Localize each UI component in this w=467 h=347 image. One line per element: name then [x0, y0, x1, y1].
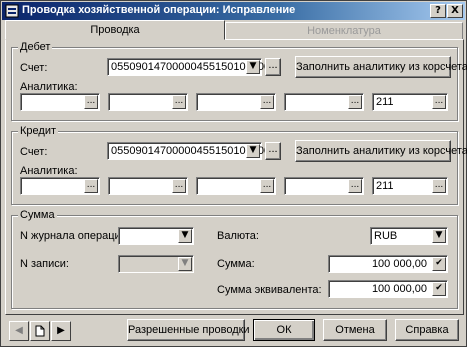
- debet-fill-analytics-button[interactable]: Заполнить аналитику из корсчета: [295, 56, 467, 78]
- amount-field[interactable]: 100 000,00 ✔: [328, 255, 448, 273]
- debet-analytics-field-2[interactable]: ...: [108, 93, 188, 111]
- sum-group: Сумма N журнала операций: ▼ N записи: ▼ …: [11, 209, 458, 309]
- credit-analytics-field-5[interactable]: 211...: [372, 177, 448, 195]
- currency-select[interactable]: RUB ▼: [370, 227, 448, 245]
- equiv-label: Сумма эквивалента:: [217, 284, 322, 296]
- chevron-down-icon[interactable]: ▼: [246, 144, 260, 158]
- nav-prev-button[interactable]: ◀: [9, 321, 29, 341]
- ellipsis-icon[interactable]: ...: [84, 95, 98, 109]
- record-label: N записи:: [20, 258, 69, 270]
- ellipsis-icon[interactable]: ...: [172, 179, 186, 193]
- ok-button[interactable]: ОК: [253, 319, 315, 341]
- credit-account-field[interactable]: 05509014700000455150103000 ▼: [107, 142, 270, 160]
- new-document-icon: [35, 325, 45, 337]
- chevron-down-icon[interactable]: ▼: [432, 229, 446, 243]
- credit-group: Кредит Счет: 05509014700000455150103000 …: [11, 125, 467, 205]
- chevron-down-icon[interactable]: ▼: [246, 60, 260, 74]
- journal-select[interactable]: ▼: [118, 227, 194, 245]
- check-icon[interactable]: ✔: [432, 282, 446, 296]
- credit-analytics-field-3[interactable]: ...: [196, 177, 276, 195]
- journal-label: N журнала операций:: [20, 230, 130, 242]
- nav-next-button[interactable]: ▶: [51, 321, 71, 341]
- help-title-button[interactable]: ?: [430, 4, 446, 18]
- app-icon: [5, 4, 19, 18]
- debet-group-label: Дебет: [18, 41, 53, 53]
- sum-group-label: Сумма: [18, 209, 57, 221]
- chevron-down-icon: ▼: [178, 257, 192, 271]
- debet-analytics-field-4[interactable]: ...: [284, 93, 364, 111]
- arrow-left-icon: ◀: [15, 325, 23, 336]
- ellipsis-icon[interactable]: ...: [84, 179, 98, 193]
- cancel-button[interactable]: Отмена: [323, 319, 387, 341]
- ellipsis-icon[interactable]: ...: [432, 95, 446, 109]
- ellipsis-icon[interactable]: ...: [260, 179, 274, 193]
- ellipsis-icon[interactable]: ...: [348, 179, 362, 193]
- debet-analytics-label: Аналитика:: [20, 81, 78, 93]
- dialog-window: Проводка хозяйственной операции: Исправл…: [0, 0, 467, 347]
- equiv-value: 100 000,00: [371, 283, 427, 295]
- debet-analytics-field-5[interactable]: 211...: [372, 93, 448, 111]
- credit-group-label: Кредит: [18, 125, 59, 137]
- credit-analytics-field-1[interactable]: ...: [20, 177, 100, 195]
- debet-account-label: Счет:: [20, 62, 48, 74]
- ellipsis-icon[interactable]: ...: [172, 95, 186, 109]
- ellipsis-icon[interactable]: ...: [432, 179, 446, 193]
- ellipsis-icon[interactable]: ...: [260, 95, 274, 109]
- tab-provodka[interactable]: Проводка: [5, 20, 225, 40]
- credit-analytics-field-2[interactable]: ...: [108, 177, 188, 195]
- credit-analytics-label: Аналитика:: [20, 165, 78, 177]
- debet-group: Дебет Счет: 05509014700000455150105000 ▼…: [11, 41, 467, 121]
- window-title: Проводка хозяйственной операции: Исправл…: [22, 4, 296, 16]
- allowed-entries-button[interactable]: Разрешенные проводки: [127, 319, 250, 341]
- check-icon[interactable]: ✔: [432, 257, 446, 271]
- close-title-button[interactable]: X: [447, 4, 463, 18]
- debet-analytics-field-3[interactable]: ...: [196, 93, 276, 111]
- currency-value: RUB: [374, 230, 398, 242]
- amount-label: Сумма:: [217, 258, 255, 270]
- ellipsis-icon[interactable]: ...: [348, 95, 362, 109]
- debet-account-select-button[interactable]: ...: [265, 58, 281, 76]
- chevron-down-icon[interactable]: ▼: [178, 229, 192, 243]
- debet-analytics-field-1[interactable]: ...: [20, 93, 100, 111]
- title-bar: Проводка хозяйственной операции: Исправл…: [2, 2, 465, 20]
- credit-account-label: Счет:: [20, 146, 48, 158]
- credit-account-select-button[interactable]: ...: [265, 142, 281, 160]
- credit-fill-analytics-button[interactable]: Заполнить аналитику из корсчета: [295, 140, 467, 162]
- credit-analytics-field-4[interactable]: ...: [284, 177, 364, 195]
- debet-account-field[interactable]: 05509014700000455150105000 ▼: [107, 58, 270, 76]
- credit-analytics-value-5: 211: [376, 180, 394, 192]
- debet-analytics-value-5: 211: [376, 96, 394, 108]
- currency-label: Валюта:: [217, 230, 259, 242]
- record-select: ▼: [118, 255, 194, 273]
- nav-new-button[interactable]: [30, 321, 50, 341]
- equiv-field[interactable]: 100 000,00 ✔: [328, 280, 448, 298]
- help-button[interactable]: Справка: [395, 319, 459, 341]
- tab-nomenklatura[interactable]: Номенклатура: [225, 22, 463, 40]
- arrow-right-icon: ▶: [57, 325, 65, 336]
- amount-value: 100 000,00: [371, 258, 427, 270]
